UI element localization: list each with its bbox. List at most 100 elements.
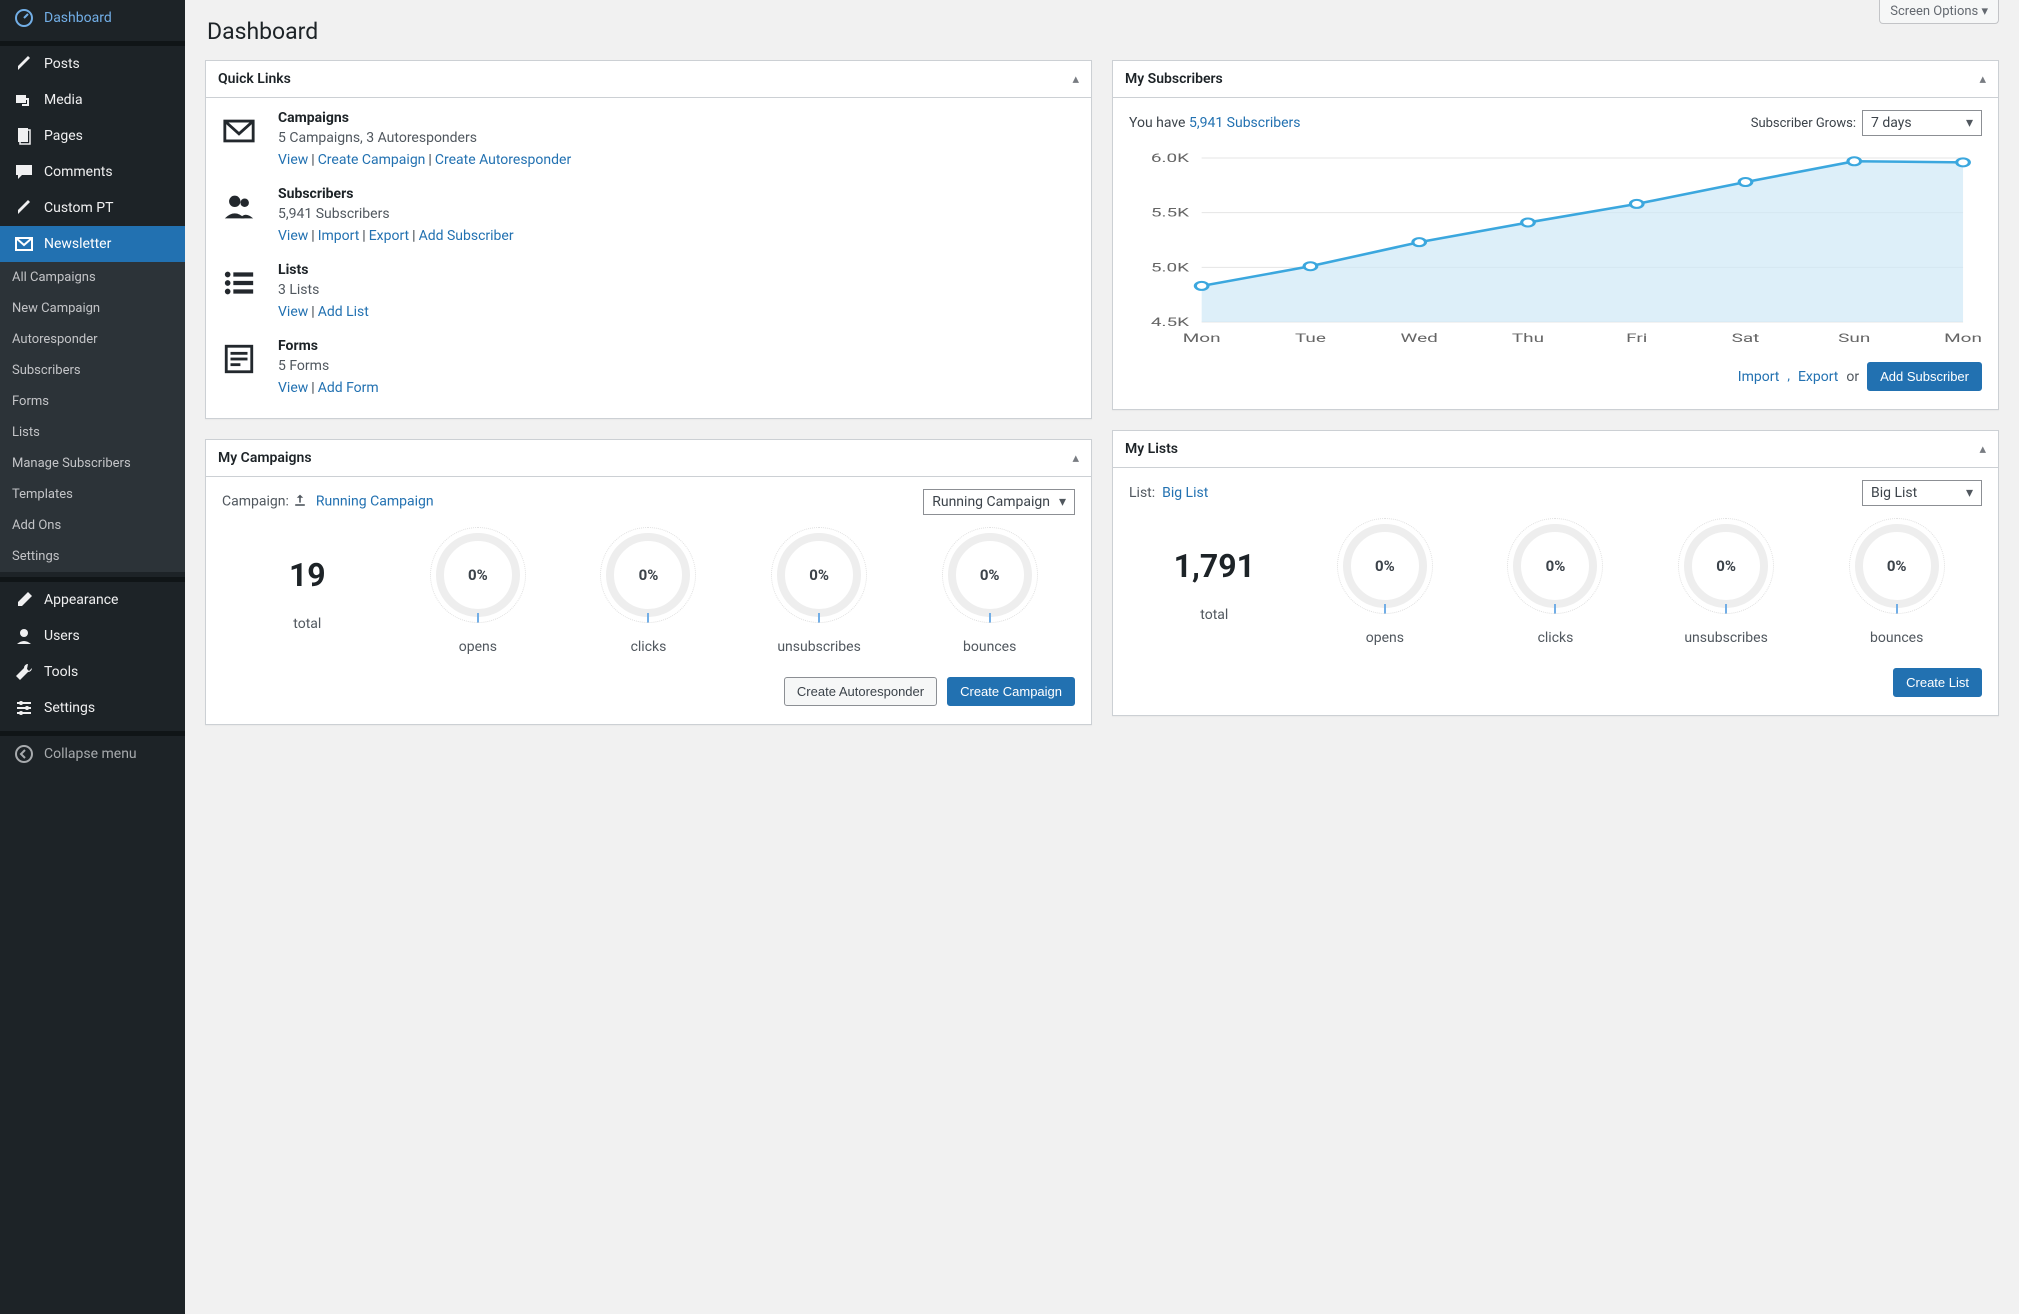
submenu-all-campaigns[interactable]: All Campaigns: [0, 262, 185, 293]
ql-link-view[interactable]: View: [278, 152, 308, 168]
ql-link-view[interactable]: View: [278, 380, 308, 396]
campaign-select[interactable]: Running Campaign: [923, 489, 1075, 515]
sidebar-item-comments[interactable]: Comments: [0, 154, 185, 190]
ql-forms-title: Forms: [278, 338, 379, 354]
gauge-bounces: 0%: [1855, 524, 1939, 608]
sidebar-item-posts[interactable]: Posts: [0, 46, 185, 82]
submenu-templates[interactable]: Templates: [0, 479, 185, 510]
quick-links-box: Quick Links ▴ Campaigns 5 Campaigns, 3 A…: [205, 60, 1092, 419]
sidebar-item-tools[interactable]: Tools: [0, 654, 185, 690]
svg-text:Fri: Fri: [1626, 331, 1647, 345]
toggle-icon[interactable]: ▴: [1979, 442, 1986, 457]
gauge-opens: 0%: [1343, 524, 1427, 608]
screen-options-button[interactable]: Screen Options ▾: [1879, 0, 1999, 24]
settings-icon: [14, 698, 34, 718]
svg-text:Mon: Mon: [1183, 331, 1221, 345]
svg-text:Wed: Wed: [1401, 331, 1438, 345]
subscriber-count-link[interactable]: 5,941 Subscribers: [1189, 115, 1301, 131]
sidebar-item-settings[interactable]: Settings: [0, 690, 185, 726]
collapse-menu[interactable]: Collapse menu: [0, 736, 185, 772]
ql-link-add-form[interactable]: Add Form: [318, 380, 379, 396]
users-icon: [222, 190, 256, 224]
submenu-lists[interactable]: Lists: [0, 417, 185, 448]
wrench-icon: [14, 662, 34, 682]
envelope-icon: [222, 114, 256, 148]
toggle-icon[interactable]: ▴: [1072, 72, 1079, 87]
pin-icon: [14, 54, 34, 74]
page-title: Dashboard: [207, 18, 1999, 45]
sidebar-item-appearance[interactable]: Appearance: [0, 582, 185, 618]
ql-link-create-campaign[interactable]: Create Campaign: [318, 152, 426, 168]
gauge-clicks: 0%: [1513, 524, 1597, 608]
ql-link-add-list[interactable]: Add List: [318, 304, 369, 320]
ql-link-view[interactable]: View: [278, 304, 308, 320]
sidebar-item-pages[interactable]: Pages: [0, 118, 185, 154]
toggle-icon[interactable]: ▴: [1979, 72, 1986, 87]
ql-link-export[interactable]: Export: [369, 228, 409, 244]
submenu-autoresponder[interactable]: Autoresponder: [0, 324, 185, 355]
list-total-label: total: [1129, 607, 1300, 623]
sidebar-label: Newsletter: [44, 236, 111, 252]
sidebar-item-users[interactable]: Users: [0, 618, 185, 654]
sidebar-item-media[interactable]: Media: [0, 82, 185, 118]
user-icon: [14, 626, 34, 646]
submenu-subscribers[interactable]: Subscribers: [0, 355, 185, 386]
ql-lists-title: Lists: [278, 262, 369, 278]
ql-link-import[interactable]: Import: [318, 228, 360, 244]
sidebar-item-dashboard[interactable]: Dashboard: [0, 0, 185, 36]
list-select[interactable]: Big List: [1862, 480, 1982, 506]
svg-text:Sat: Sat: [1732, 331, 1760, 345]
submenu-new-campaign[interactable]: New Campaign: [0, 293, 185, 324]
sidebar-label: Settings: [44, 700, 95, 716]
my-lists-title: My Lists: [1125, 441, 1178, 457]
grows-select[interactable]: 7 days: [1862, 110, 1982, 136]
list-label: List:: [1129, 485, 1155, 501]
ql-subscribers-sub: 5,941 Subscribers: [278, 206, 514, 222]
create-autoresponder-button[interactable]: Create Autoresponder: [784, 677, 937, 706]
toggle-icon[interactable]: ▴: [1072, 451, 1079, 466]
sidebar-item-custom-pt[interactable]: Custom PT: [0, 190, 185, 226]
ql-link-add-subscriber[interactable]: Add Subscriber: [419, 228, 514, 244]
sidebar-label: Comments: [44, 164, 113, 180]
svg-text:Thu: Thu: [1512, 331, 1544, 345]
my-subscribers-title: My Subscribers: [1125, 71, 1223, 87]
sidebar-label: Users: [44, 628, 80, 644]
import-link[interactable]: Import: [1738, 369, 1780, 385]
campaign-total-label: total: [222, 616, 393, 632]
dashboard-icon: [14, 8, 34, 28]
envelope-icon: [14, 234, 34, 254]
pages-icon: [14, 126, 34, 146]
list-selected-link[interactable]: Big List: [1162, 485, 1208, 501]
campaign-total: 19: [222, 556, 393, 594]
add-subscriber-button[interactable]: Add Subscriber: [1867, 362, 1982, 391]
list-icon: [222, 266, 256, 300]
create-list-button[interactable]: Create List: [1893, 668, 1982, 697]
admin-sidebar: Dashboard Posts Media Pages Comments Cus…: [0, 0, 185, 1314]
submenu-forms[interactable]: Forms: [0, 386, 185, 417]
comments-icon: [14, 162, 34, 182]
svg-text:Mon: Mon: [1944, 331, 1982, 345]
ql-campaigns-sub: 5 Campaigns, 3 Autoresponders: [278, 130, 571, 146]
brush-icon: [14, 590, 34, 610]
my-subscribers-box: My Subscribers ▴ You have 5,941 Subscrib…: [1112, 60, 1999, 410]
sidebar-item-newsletter[interactable]: Newsletter: [0, 226, 185, 262]
submenu-manage-subscribers[interactable]: Manage Subscribers: [0, 448, 185, 479]
or-text: or: [1846, 369, 1859, 385]
create-campaign-button[interactable]: Create Campaign: [947, 677, 1075, 706]
export-link[interactable]: Export: [1798, 369, 1838, 385]
sidebar-label: Media: [44, 92, 83, 108]
sidebar-label: Dashboard: [44, 10, 112, 26]
campaign-selected-link[interactable]: Running Campaign: [316, 494, 434, 510]
my-campaigns-box: My Campaigns ▴ Campaign: Running Campaig…: [205, 439, 1092, 725]
gauge-opens: 0%: [436, 533, 520, 617]
submenu-settings[interactable]: Settings: [0, 541, 185, 572]
ql-link-view[interactable]: View: [278, 228, 308, 244]
ql-subscribers-title: Subscribers: [278, 186, 514, 202]
campaign-label: Campaign:: [222, 494, 289, 510]
ql-link-create-autoresponder[interactable]: Create Autoresponder: [435, 152, 571, 168]
svg-text:4.5K: 4.5K: [1151, 315, 1189, 329]
svg-text:6.0K: 6.0K: [1151, 151, 1189, 165]
sidebar-label: Tools: [44, 664, 78, 680]
my-campaigns-title: My Campaigns: [218, 450, 312, 466]
submenu-add-ons[interactable]: Add Ons: [0, 510, 185, 541]
